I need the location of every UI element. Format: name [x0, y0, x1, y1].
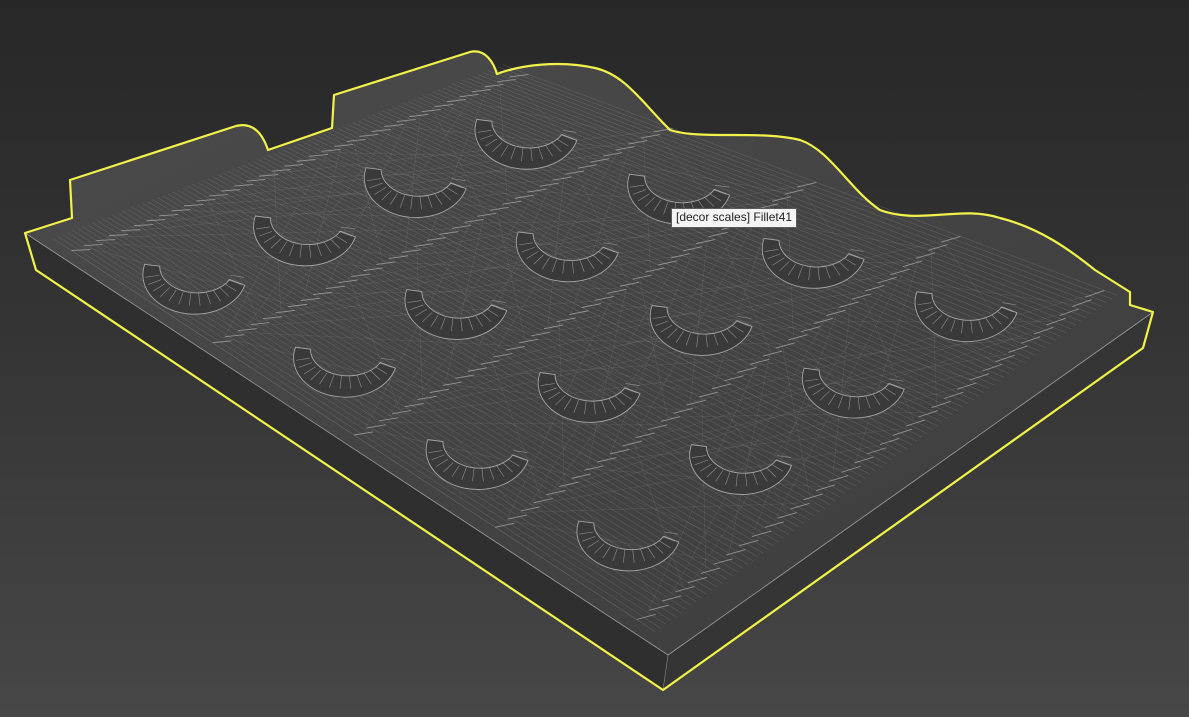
- 3d-viewport[interactable]: [decor scales] Fillet41: [0, 0, 1189, 717]
- wireframe-scene[interactable]: [0, 0, 1189, 717]
- object-tooltip: [decor scales] Fillet41: [671, 208, 798, 228]
